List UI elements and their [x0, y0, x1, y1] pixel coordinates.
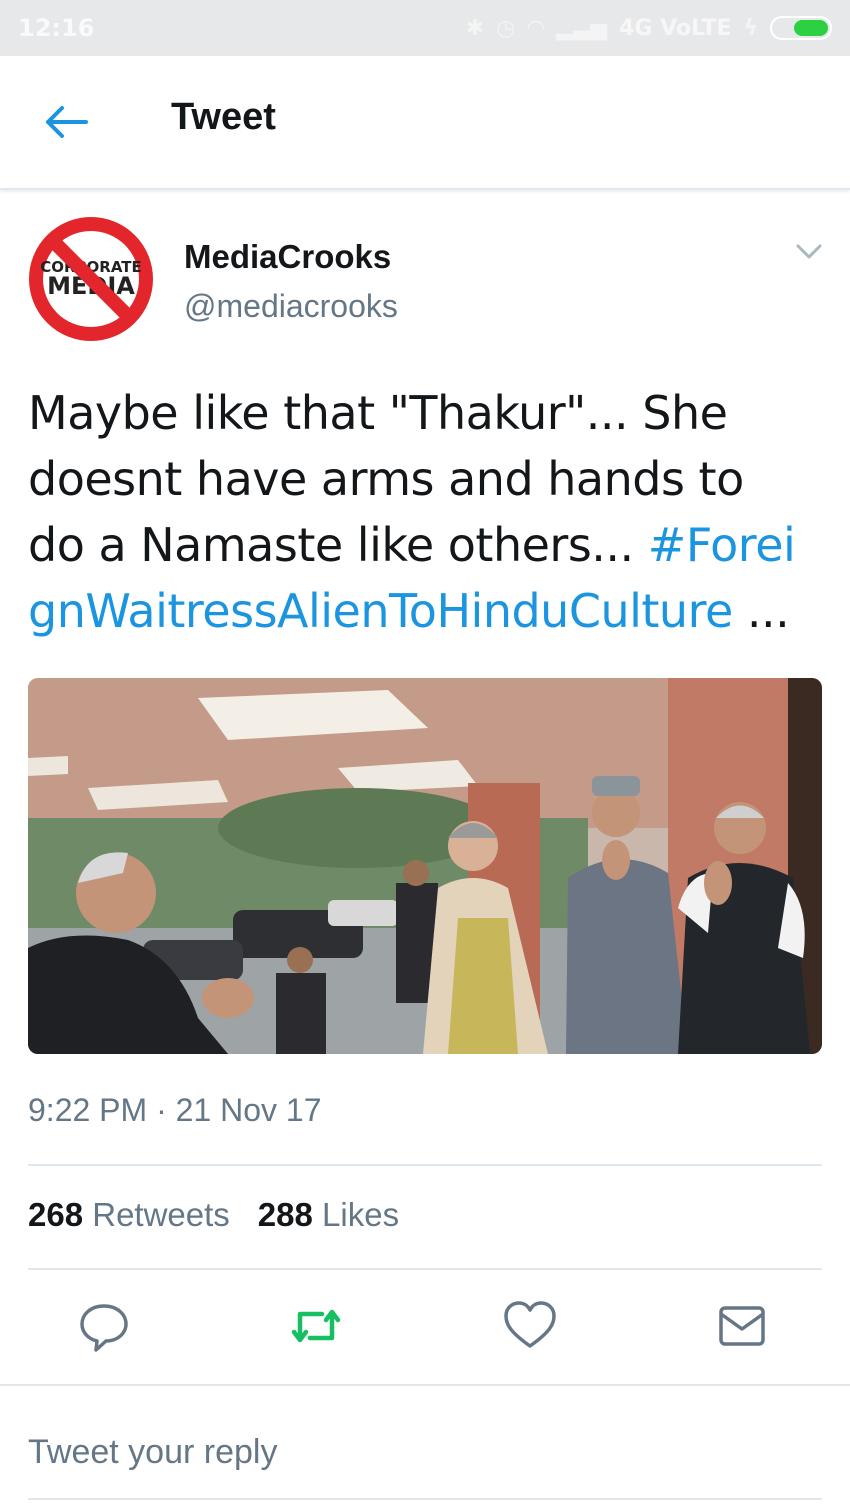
retweet-icon[interactable]: [286, 1296, 346, 1356]
app-bar: Tweet: [0, 56, 850, 190]
reply-icon[interactable]: [74, 1296, 134, 1356]
tweet-actions: [0, 1296, 850, 1360]
tweet-photo[interactable]: [28, 678, 822, 1054]
divider: [28, 1268, 822, 1270]
status-time: 12:16: [18, 14, 95, 42]
tweet-line-3: do a Namaste like others... #Forei: [28, 512, 828, 578]
direct-message-icon[interactable]: [712, 1296, 772, 1356]
chevron-down-icon[interactable]: [794, 240, 824, 264]
divider: [28, 1164, 822, 1166]
likes-label: Likes: [322, 1196, 400, 1233]
tweet-line-4: gnWaitressAlienToHinduCulture ...: [28, 578, 828, 644]
status-icons: ✱ ◷ ◠ ▂▃▅ 4G VoLTE ϟ: [466, 16, 832, 41]
back-arrow-icon[interactable]: [40, 100, 92, 144]
retweets-label: Retweets: [92, 1196, 230, 1233]
retweets-count: 268: [28, 1196, 84, 1233]
reply-input[interactable]: [28, 1422, 822, 1482]
likes-stat[interactable]: 288 Likes: [258, 1196, 399, 1234]
tweet-line-2: doesnt have arms and hands to: [28, 452, 744, 506]
alarm-icon: ◷: [496, 15, 516, 41]
tweet-stats: 268 Retweets 288 Likes: [28, 1196, 399, 1234]
charging-icon: ϟ: [743, 15, 758, 41]
status-bar: 12:16 ✱ ◷ ◠ ▂▃▅ 4G VoLTE ϟ: [0, 0, 850, 56]
tweet-timestamp: 9:22 PM · 21 Nov 17: [28, 1092, 322, 1128]
hashtag-link-part-1[interactable]: #Forei: [648, 518, 796, 572]
author-name[interactable]: MediaCrooks: [184, 238, 391, 276]
reply-bar: [0, 1384, 850, 1511]
bluetooth-icon: ✱: [465, 15, 485, 41]
tweet-line-1: Maybe like that "Thakur"... She: [28, 386, 728, 440]
likes-count: 288: [257, 1196, 313, 1233]
signal-icon: ▂▃▅: [556, 15, 608, 41]
wifi-icon: ◠: [527, 15, 545, 41]
tweet-text: Maybe like that "Thakur"... She doesnt h…: [28, 380, 828, 644]
network-label: 4G VoLTE: [619, 15, 732, 41]
page-title: Tweet: [171, 96, 276, 138]
author-handle[interactable]: @mediacrooks: [184, 288, 398, 325]
avatar[interactable]: CORPORATE MEDIA: [28, 216, 154, 342]
like-heart-icon[interactable]: [500, 1296, 560, 1356]
hashtag-link-part-2[interactable]: gnWaitressAlienToHinduCulture: [28, 584, 733, 638]
tweet-line-4-text: ...: [732, 584, 790, 638]
retweets-stat[interactable]: 268 Retweets: [28, 1196, 230, 1234]
reply-underline: [28, 1498, 822, 1500]
battery-icon: [770, 16, 832, 40]
tweet-line-3-text: do a Namaste like others...: [28, 518, 648, 572]
